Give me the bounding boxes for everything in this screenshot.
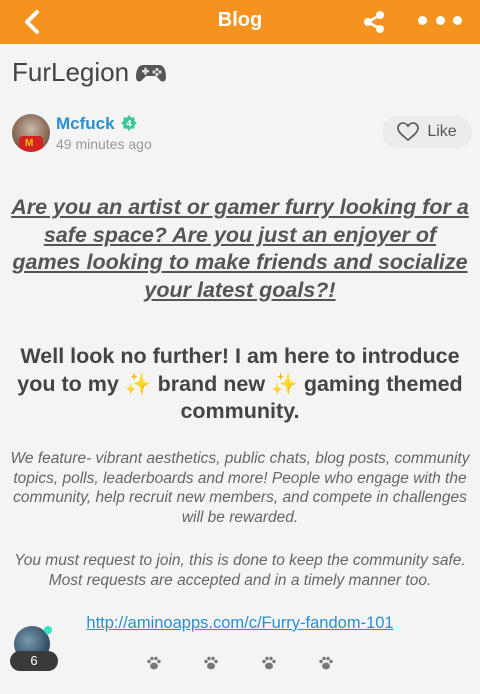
share-button[interactable] (358, 6, 390, 38)
more-dot (418, 15, 427, 25)
top-bar: Blog (0, 0, 480, 44)
community-link[interactable]: http://aminoapps.com/c/Furry-fandom-101 (8, 614, 472, 633)
sparkle-icon: ✨ (271, 371, 298, 396)
share-icon (364, 11, 384, 33)
headline-text-2: brand new (151, 371, 272, 396)
intro-paragraph: Are you an artist or gamer furry looking… (11, 195, 469, 302)
level-badge: 4 (120, 114, 138, 132)
gamepad-icon (135, 61, 167, 85)
post-title-text: FurLegion (12, 57, 130, 87)
post-timestamp: 49 minutes ago (56, 136, 152, 152)
paw-icon (203, 655, 219, 671)
paw-icon (261, 655, 277, 671)
paw-divider (146, 655, 334, 671)
paw-icon (146, 655, 162, 671)
heart-icon (397, 122, 420, 142)
author-name[interactable]: Mcfuck (56, 114, 115, 134)
sparkle-icon: ✨ (124, 371, 152, 396)
more-dot (453, 15, 462, 25)
avatar-logo: M (25, 138, 34, 149)
online-indicator (44, 626, 52, 634)
online-count-badge[interactable]: 6 (10, 651, 58, 671)
page-title: Blog (217, 9, 263, 31)
headline-paragraph: Well look no further! I am here to intro… (8, 343, 472, 426)
post-title: FurLegion (12, 57, 167, 88)
author-avatar[interactable]: M (12, 114, 50, 152)
paw-icon (318, 655, 334, 671)
like-label: Like (427, 123, 457, 140)
request-paragraph: You must request to join, this is done t… (14, 552, 466, 589)
features-paragraph: We feature- vibrant aesthetics, public c… (10, 450, 470, 526)
more-dot (435, 15, 445, 25)
like-button[interactable]: Like (382, 116, 472, 148)
level-badge-text: 4 (126, 119, 131, 129)
more-options-button[interactable] (418, 8, 462, 32)
